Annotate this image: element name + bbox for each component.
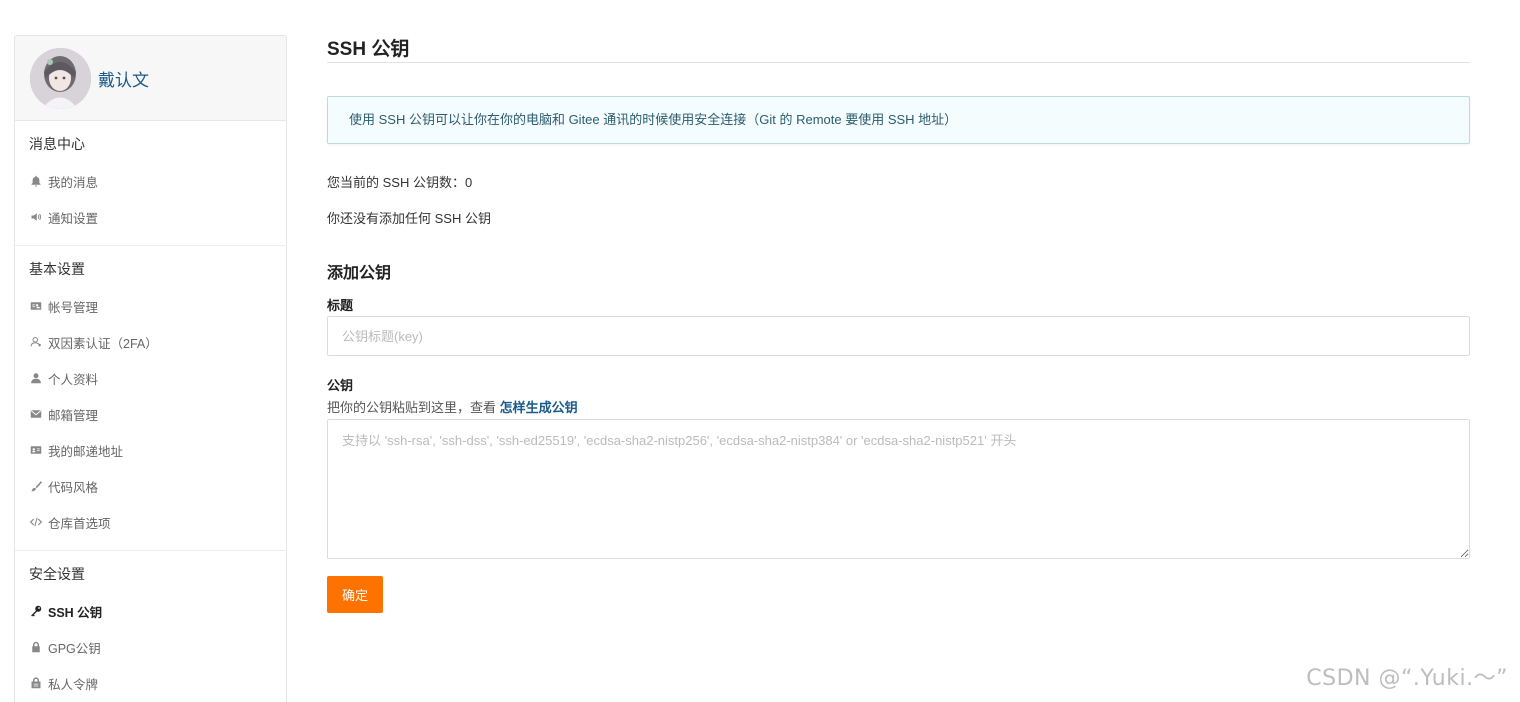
sidebar-item-label: 代码风格: [48, 480, 99, 495]
how-to-generate-key-link[interactable]: 怎样生成公钥: [500, 400, 578, 415]
section-title: 消息中心: [29, 136, 85, 152]
sidebar-item-2fa[interactable]: 双因素认证（2FA）: [15, 324, 286, 360]
sidebar-item-address[interactable]: 我的邮递地址: [15, 432, 286, 468]
user-outline-icon: [29, 335, 43, 349]
key-hint-text: 把你的公钥粘贴到这里，查看: [327, 400, 497, 415]
sidebar-item-email[interactable]: 邮箱管理: [15, 396, 286, 432]
sidebar: 戴认文 消息中心 我的消息 通知设置 基本设置 帐号管理 双因素认证（2FA） …: [14, 35, 287, 702]
user-icon: [29, 371, 43, 385]
sidebar-section-messages: 消息中心 我的消息 通知设置: [15, 121, 286, 246]
key-field-hint: 把你的公钥粘贴到这里，查看 怎样生成公钥: [327, 397, 578, 416]
sidebar-item-code-style[interactable]: 代码风格: [15, 468, 286, 504]
profile-header: 戴认文: [15, 36, 286, 121]
key-title-input[interactable]: [327, 316, 1470, 356]
sidebar-item-ssh-keys[interactable]: SSH 公钥: [15, 593, 286, 629]
sidebar-section-basic-settings: 基本设置 帐号管理 双因素认证（2FA） 个人资料 邮箱管理 我的邮递地址 代码…: [15, 246, 286, 551]
page-title: SSH 公钥: [327, 39, 410, 60]
sidebar-item-label: 邮箱管理: [48, 408, 99, 423]
brush-icon: [29, 479, 43, 493]
sidebar-item-profile[interactable]: 个人资料: [15, 360, 286, 396]
info-banner: 使用 SSH 公钥可以让你在你的电脑和 Gitee 通讯的时候使用安全连接（Gi…: [327, 96, 1470, 144]
section-title: 基本设置: [29, 261, 85, 277]
sidebar-item-label: 通知设置: [48, 211, 99, 226]
ssh-key-count-label: 您当前的 SSH 公钥数：: [327, 175, 465, 190]
sidebar-item-label: GPG公钥: [48, 641, 101, 656]
ssh-key-count-value: 0: [464, 175, 473, 190]
sidebar-section-security: 安全设置 SSH 公钥 GPG公钥 私人令牌: [15, 551, 286, 702]
add-key-heading: 添加公钥: [327, 265, 392, 282]
submit-button[interactable]: 确定: [327, 576, 383, 613]
envelope-icon: [29, 407, 43, 421]
sidebar-item-label: 个人资料: [48, 372, 99, 387]
avatar[interactable]: [30, 47, 91, 109]
title-field-label: 标题: [327, 298, 354, 313]
key-icon: [29, 604, 43, 618]
watermark: CSDN @“.Yuki.～”: [1306, 666, 1508, 691]
code-icon: [29, 515, 43, 529]
address-card-icon: [29, 443, 43, 457]
sidebar-item-label: 私人令牌: [48, 677, 99, 692]
sidebar-item-repo-preferences[interactable]: 仓库首选项: [15, 504, 286, 540]
sidebar-item-gpg-keys[interactable]: GPG公钥: [15, 629, 286, 665]
sidebar-item-label: 我的邮递地址: [48, 444, 124, 459]
sidebar-item-my-messages[interactable]: 我的消息: [15, 163, 286, 199]
sidebar-item-label: 帐号管理: [48, 300, 99, 315]
id-card-icon: [29, 299, 43, 313]
empty-state-text: 你还没有添加任何 SSH 公钥: [327, 211, 491, 226]
sidebar-item-personal-token[interactable]: 私人令牌: [15, 665, 286, 701]
ssh-key-count: 您当前的 SSH 公钥数：0: [327, 172, 472, 191]
title-divider: [327, 62, 1470, 63]
bell-icon: [29, 174, 43, 188]
public-key-textarea[interactable]: [327, 419, 1470, 559]
lock-icon: [29, 640, 43, 654]
sidebar-item-label: 仓库首选项: [48, 516, 111, 531]
token-icon: [29, 676, 43, 690]
username[interactable]: 戴认文: [98, 66, 149, 91]
sidebar-item-label: SSH 公钥: [48, 605, 103, 620]
key-field-label: 公钥: [327, 378, 354, 393]
sidebar-item-account[interactable]: 帐号管理: [15, 288, 286, 324]
sidebar-item-label: 双因素认证（2FA）: [48, 336, 158, 351]
speaker-icon: [29, 210, 43, 224]
section-title: 安全设置: [29, 566, 85, 582]
sidebar-item-notification-settings[interactable]: 通知设置: [15, 199, 286, 235]
sidebar-item-label: 我的消息: [48, 175, 99, 190]
